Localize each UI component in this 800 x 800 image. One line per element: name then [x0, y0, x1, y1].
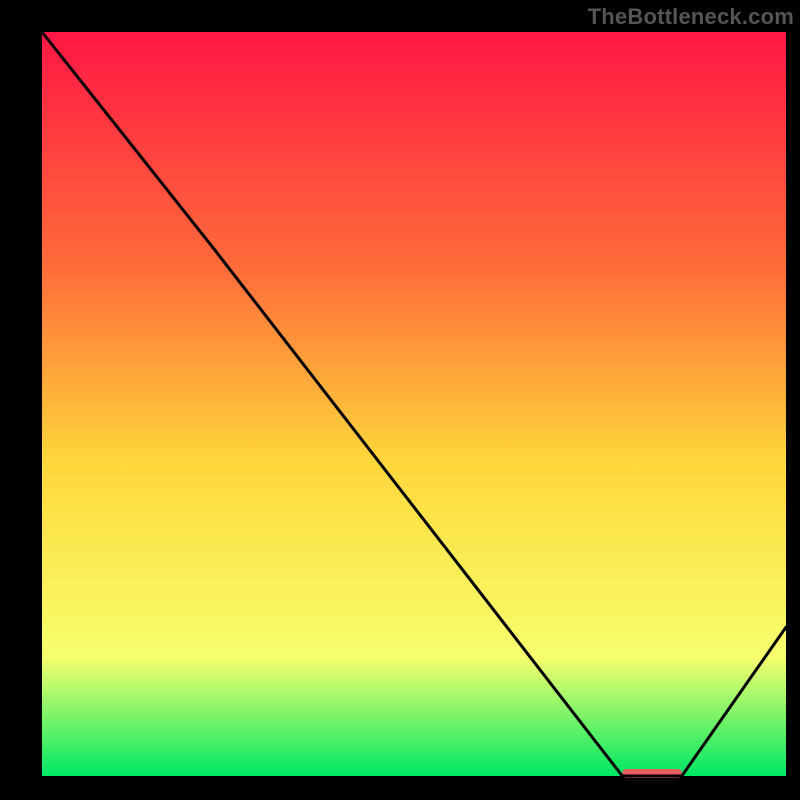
plot-background — [42, 32, 786, 776]
chart-frame: TheBottleneck.com — [0, 0, 800, 800]
bottleneck-chart — [0, 0, 800, 800]
watermark-text: TheBottleneck.com — [588, 4, 794, 30]
